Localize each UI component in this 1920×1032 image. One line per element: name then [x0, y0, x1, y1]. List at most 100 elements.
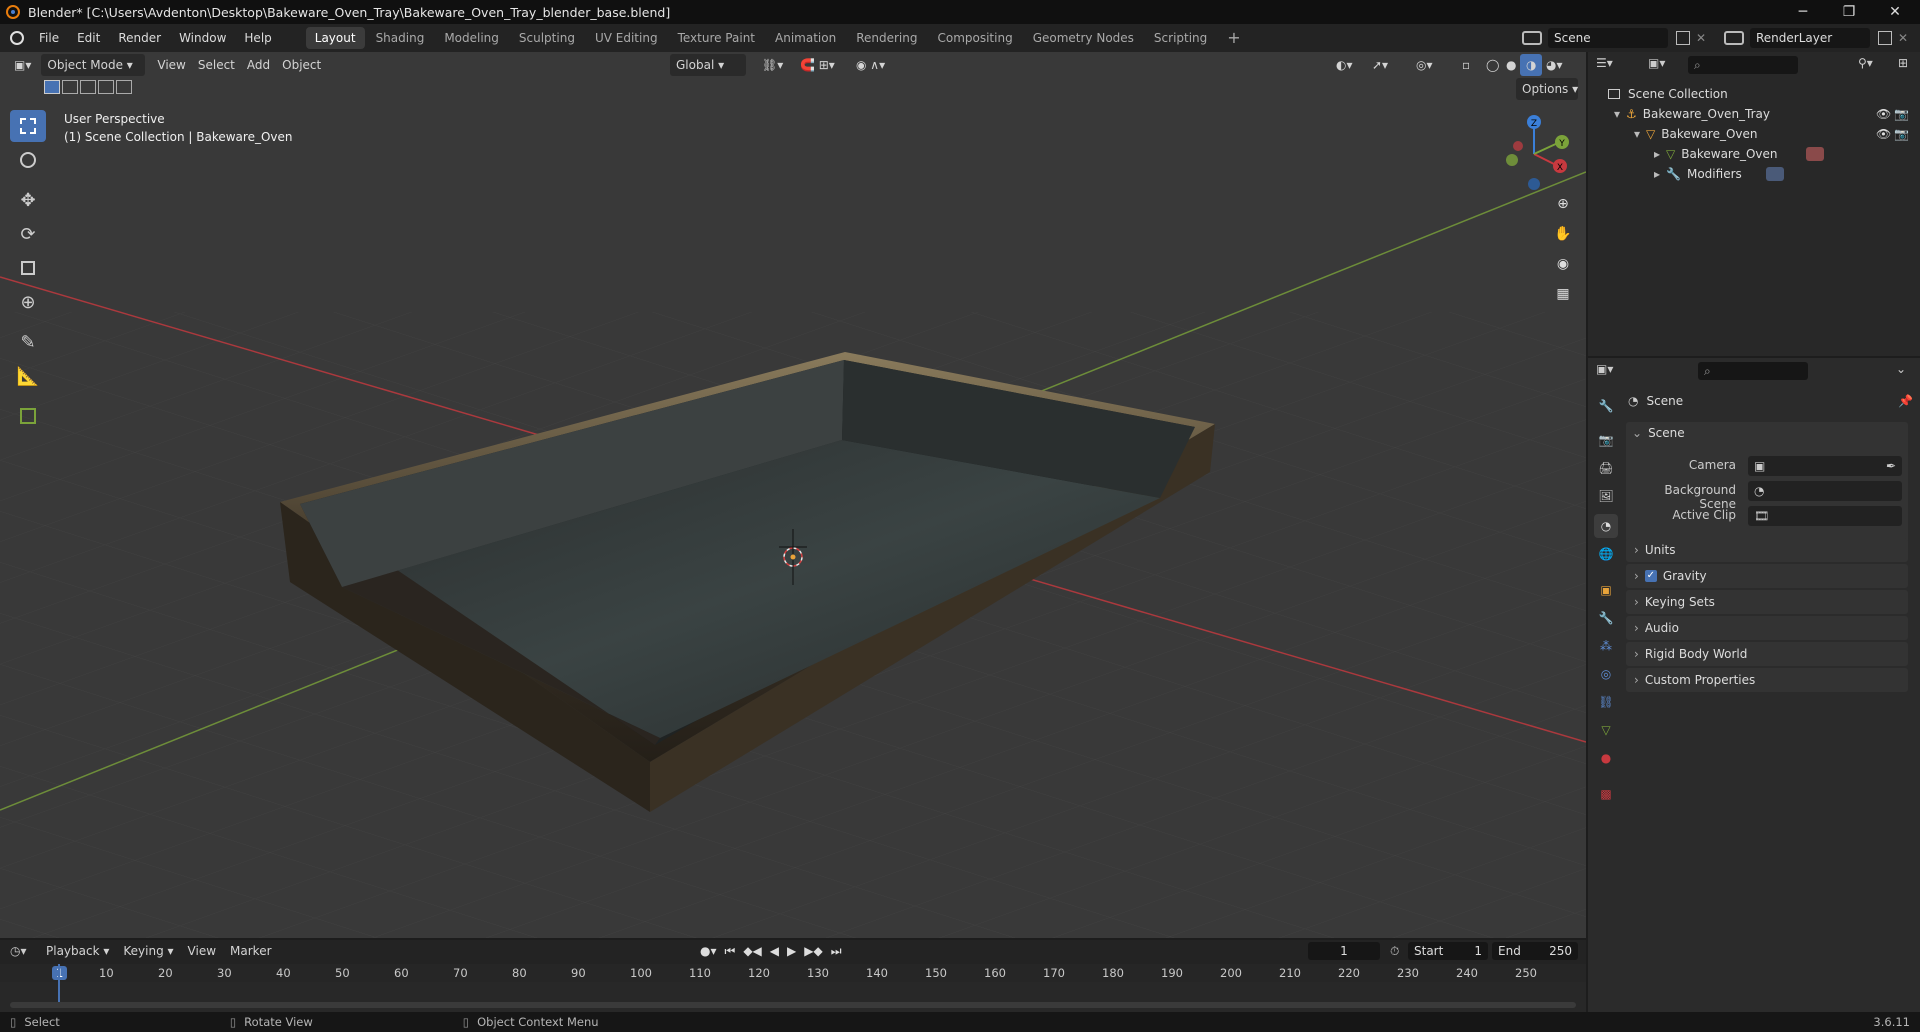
custom-properties-panel[interactable]: › Custom Properties — [1626, 668, 1908, 692]
world-tab-icon[interactable]: 🌐 — [1594, 542, 1618, 566]
rotate-tool-icon[interactable]: ⟳ — [10, 218, 46, 250]
tab-shading[interactable]: Shading — [367, 27, 434, 49]
snap-icon[interactable]: 🧲 ⊞▾ — [794, 54, 841, 76]
frame-ruler[interactable]: 1102030405060708090100110120130140150160… — [0, 964, 1586, 982]
renderlayer-field[interactable]: RenderLayer — [1750, 28, 1870, 48]
gravity-checkbox[interactable]: ✓ — [1644, 570, 1657, 582]
xray-icon[interactable]: ▫ — [1456, 54, 1476, 76]
gizmo-toggle-icon[interactable]: ➚▾ — [1366, 54, 1394, 76]
select-intersect-icon[interactable] — [116, 80, 132, 94]
minimize-button[interactable]: ─ — [1780, 0, 1826, 24]
overlays-icon[interactable]: ◎▾ — [1410, 54, 1439, 76]
menu-select[interactable]: Select — [192, 54, 241, 76]
proportional-edit-icon[interactable]: ◉ ∧▾ — [850, 54, 891, 76]
outliner-editor-icon[interactable]: ☰▾ — [1596, 56, 1613, 70]
scene-panel-header[interactable]: ⌄ Scene — [1632, 426, 1685, 440]
menu-object[interactable]: Object — [276, 54, 327, 76]
visibility-icon[interactable]: ◐▾ — [1330, 54, 1359, 76]
outliner-item-modifiers[interactable]: ▸ 🔧 Modifiers — [1654, 164, 1784, 184]
menu-window[interactable]: Window — [170, 24, 235, 52]
transform-tool-icon[interactable]: ⊕ — [10, 286, 46, 318]
texture-tab-icon[interactable]: ▩ — [1594, 782, 1618, 806]
menu-keying[interactable]: Keying ▾ — [123, 944, 173, 958]
output-tab-icon[interactable]: 🖨 — [1594, 456, 1618, 480]
properties-options-icon[interactable]: ⌄ — [1896, 362, 1906, 376]
end-frame-field[interactable]: End 250 — [1492, 942, 1578, 960]
annotate-tool-icon[interactable]: ✎ — [10, 326, 46, 358]
grid-perspective-icon[interactable]: ▦ — [1551, 286, 1575, 310]
blender-menu-icon[interactable] — [10, 31, 24, 45]
editor-type-icon[interactable]: ▣▾ — [8, 54, 37, 76]
3d-viewport[interactable]: Z X Y ⊕ ✋ ◉ ▦ User Perspective (1) Scene… — [0, 52, 1586, 938]
options-dropdown[interactable]: Options ▾ — [1516, 78, 1578, 100]
measure-tool-icon[interactable]: 📐 — [10, 360, 46, 392]
menu-help[interactable]: Help — [235, 24, 280, 52]
stopwatch-icon[interactable]: ⏱ — [1390, 944, 1399, 959]
background-scene-field[interactable]: ◔ — [1748, 481, 1902, 501]
jump-end-icon[interactable]: ⏭ — [831, 944, 842, 959]
jump-keyframe-back-icon[interactable]: ◆◀ — [743, 944, 761, 959]
cursor-tool-icon[interactable] — [10, 144, 46, 176]
tab-rendering[interactable]: Rendering — [847, 27, 926, 49]
scene-selector-icon[interactable] — [1522, 31, 1542, 45]
tab-uv-editing[interactable]: UV Editing — [586, 27, 667, 49]
scene-name-field[interactable]: Scene — [1548, 28, 1668, 48]
tab-sculpting[interactable]: Sculpting — [510, 27, 584, 49]
jump-keyframe-forward-icon[interactable]: ▶◆ — [804, 944, 822, 959]
shading-rendered-icon[interactable]: ◕▾ — [1540, 54, 1569, 76]
camera-view-icon[interactable]: ◉ — [1551, 256, 1575, 280]
render-tab-icon[interactable]: 📷 — [1594, 428, 1618, 452]
start-frame-field[interactable]: Start 1 — [1408, 942, 1488, 960]
close-button[interactable]: ✕ — [1872, 0, 1918, 24]
display-mode-icon[interactable]: ▣▾ — [1648, 56, 1665, 70]
outliner-item-bakeware-oven-tray[interactable]: ▾ ⚓ Bakeware_Oven_Tray 👁 📷 — [1614, 104, 1910, 124]
audio-panel[interactable]: › Audio — [1626, 616, 1908, 640]
pin-icon[interactable]: 📌 — [1898, 394, 1913, 408]
delete-scene-icon[interactable]: ✕ — [1696, 31, 1706, 45]
select-new-icon[interactable] — [44, 80, 60, 94]
keying-sets-panel[interactable]: › Keying Sets — [1626, 590, 1908, 614]
view-layer-icon[interactable] — [1724, 31, 1744, 45]
view-layer-tab-icon[interactable]: 🖼 — [1594, 484, 1618, 508]
new-collection-icon[interactable]: ⊞ — [1898, 56, 1908, 70]
play-reverse-icon[interactable]: ◀ — [770, 944, 779, 959]
select-invert-icon[interactable] — [98, 80, 114, 94]
data-tab-icon[interactable]: ▽ — [1594, 718, 1618, 742]
delete-layer-icon[interactable]: ✕ — [1898, 31, 1908, 45]
new-scene-icon[interactable] — [1676, 31, 1690, 45]
maximize-button[interactable]: ❐ — [1826, 0, 1872, 24]
properties-search-input[interactable]: ⌕ — [1698, 362, 1808, 380]
modifier-tab-icon[interactable]: 🔧 — [1594, 606, 1618, 630]
particles-tab-icon[interactable]: ⁂ — [1594, 634, 1618, 658]
gravity-panel[interactable]: › ✓ Gravity — [1626, 564, 1908, 588]
play-icon[interactable]: ▶ — [787, 944, 796, 959]
tab-compositing[interactable]: Compositing — [928, 27, 1021, 49]
zoom-icon[interactable]: ⊕ — [1551, 196, 1575, 220]
properties-editor-icon[interactable]: ▣▾ — [1596, 362, 1613, 376]
tab-modeling[interactable]: Modeling — [435, 27, 508, 49]
filter-icon[interactable]: ⚲▾ — [1858, 56, 1873, 70]
select-box-tool-icon[interactable] — [10, 110, 46, 142]
timeline-scrollbar[interactable] — [10, 1002, 1576, 1008]
transform-orientation-dropdown[interactable]: Global ▾ — [670, 54, 746, 76]
object-tab-icon[interactable]: ▣ — [1594, 578, 1618, 602]
tool-tab-icon[interactable]: 🔧 — [1594, 394, 1618, 418]
menu-playback[interactable]: Playback ▾ — [46, 944, 109, 958]
rigid-body-world-panel[interactable]: › Rigid Body World — [1626, 642, 1908, 666]
menu-timeline-view[interactable]: View — [188, 944, 216, 958]
timeline-editor-icon[interactable]: ◷▾ — [10, 944, 27, 958]
new-layer-icon[interactable] — [1878, 31, 1892, 45]
menu-edit[interactable]: Edit — [68, 24, 109, 52]
units-panel[interactable]: › Units — [1626, 538, 1908, 562]
outliner-item-bakeware-oven[interactable]: ▾ ▽ Bakeware_Oven 👁 📷 — [1634, 124, 1910, 144]
tab-geometry-nodes[interactable]: Geometry Nodes — [1024, 27, 1143, 49]
record-icon[interactable]: ●▾ — [700, 944, 717, 959]
pan-hand-icon[interactable]: ✋ — [1551, 226, 1575, 250]
navigation-gizmo[interactable]: Z X Y — [1494, 110, 1578, 194]
select-extend-icon[interactable] — [62, 80, 78, 94]
menu-add[interactable]: Add — [241, 54, 276, 76]
menu-view[interactable]: View — [151, 54, 191, 76]
scene-tab-icon[interactable]: ◔ — [1594, 514, 1618, 538]
constraints-tab-icon[interactable]: ⛓ — [1594, 690, 1618, 714]
tab-layout[interactable]: Layout — [305, 27, 365, 49]
